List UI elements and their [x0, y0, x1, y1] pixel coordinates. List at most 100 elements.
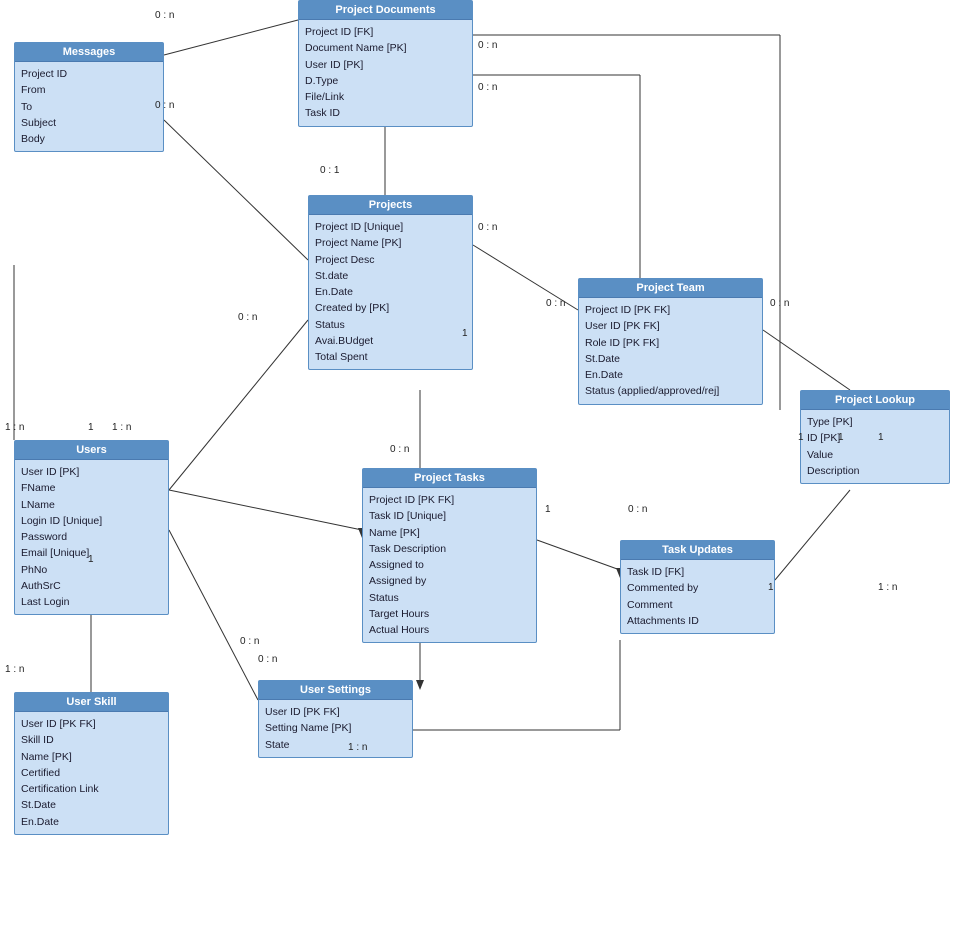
- rel-label-pdoc-proj: 0 : 1: [320, 165, 339, 176]
- field: Project Desc: [315, 252, 466, 268]
- rel-label-updates-lookup-1n: 1 : n: [878, 582, 897, 593]
- entity-users-body: User ID [PK] FName LName Login ID [Uniqu…: [15, 460, 168, 614]
- field: Skill ID: [21, 732, 162, 748]
- field: Last Login: [21, 594, 162, 610]
- field: To: [21, 99, 157, 115]
- field: Certification Link: [21, 781, 162, 797]
- field: User ID [PK FK]: [265, 704, 406, 720]
- field: Avai.BUdget: [315, 333, 466, 349]
- field: Task ID [Unique]: [369, 508, 530, 524]
- field: Project ID [FK]: [305, 24, 466, 40]
- entity-project-tasks-header: Project Tasks: [363, 469, 536, 488]
- entity-project-tasks-body: Project ID [PK FK] Task ID [Unique] Name…: [363, 488, 536, 642]
- field: Project ID [Unique]: [315, 219, 466, 235]
- entity-task-updates-header: Task Updates: [621, 541, 774, 560]
- field: Project Name [PK]: [315, 235, 466, 251]
- entity-user-settings: User Settings User ID [PK FK] Setting Na…: [258, 680, 413, 758]
- field: From: [21, 82, 157, 98]
- field: Project ID [PK FK]: [369, 492, 530, 508]
- field: En.Date: [315, 284, 466, 300]
- entity-projects: Projects Project ID [Unique] Project Nam…: [308, 195, 473, 370]
- entity-user-settings-header: User Settings: [259, 681, 412, 700]
- field: State: [265, 737, 406, 753]
- entity-task-updates: Task Updates Task ID [FK] Commented by C…: [620, 540, 775, 634]
- field: User ID [PK]: [305, 57, 466, 73]
- rel-label-proj-users: 0 : n: [238, 312, 257, 323]
- erd-diagram: Messages Project ID From To Subject Body…: [0, 0, 962, 937]
- field: Body: [21, 131, 157, 147]
- field: File/Link: [305, 89, 466, 105]
- field: Name [PK]: [21, 749, 162, 765]
- field: Total Spent: [315, 349, 466, 365]
- field: Task ID: [305, 105, 466, 121]
- rel-label-proj-tasks: 1: [462, 328, 468, 339]
- field: Document Name [PK]: [305, 40, 466, 56]
- entity-project-documents: Project Documents Project ID [FK] Docume…: [298, 0, 473, 127]
- field: User ID [PK]: [21, 464, 162, 480]
- field: User ID [PK FK]: [585, 318, 756, 334]
- field: Assigned to: [369, 557, 530, 573]
- field: Name [PK]: [369, 525, 530, 541]
- field: Status: [315, 317, 466, 333]
- field: Setting Name [PK]: [265, 720, 406, 736]
- field: Comment: [627, 597, 768, 613]
- entity-project-team: Project Team Project ID [PK FK] User ID …: [578, 278, 763, 405]
- field: AuthSrC: [21, 578, 162, 594]
- field: Commented by: [627, 580, 768, 596]
- field: Password: [21, 529, 162, 545]
- field: Login ID [Unique]: [21, 513, 162, 529]
- entity-project-documents-header: Project Documents: [299, 1, 472, 20]
- field: St.Date: [21, 797, 162, 813]
- rel-label-proj-right: 0 : n: [478, 222, 497, 233]
- rel-label-pdoc-right1: 0 : n: [478, 40, 497, 51]
- entity-messages-body: Project ID From To Subject Body: [15, 62, 163, 151]
- field: LName: [21, 497, 162, 513]
- entity-project-lookup-header: Project Lookup: [801, 391, 949, 410]
- field: Role ID [PK FK]: [585, 335, 756, 351]
- field: Target Hours: [369, 606, 530, 622]
- entity-project-team-body: Project ID [PK FK] User ID [PK FK] Role …: [579, 298, 762, 404]
- field: St.Date: [585, 351, 756, 367]
- rel-label-tasks-usersettings: 0 : n: [258, 654, 277, 665]
- rel-label-usersettings-1n: 1 : n: [348, 742, 367, 753]
- entity-users: Users User ID [PK] FName LName Login ID …: [14, 440, 169, 615]
- entity-messages: Messages Project ID From To Subject Body: [14, 42, 164, 152]
- field: En.Date: [585, 367, 756, 383]
- field: Task ID [FK]: [627, 564, 768, 580]
- rel-label-lookup-1c: 1: [878, 432, 884, 443]
- field: Certified: [21, 765, 162, 781]
- field: Assigned by: [369, 573, 530, 589]
- rel-label-left-1n-3: 1 : n: [112, 422, 131, 433]
- rel-label-lookup-1b: 1: [838, 432, 844, 443]
- rel-label-updates-lookup-1: 1: [768, 582, 774, 593]
- rel-label-team-lookup: 0 : n: [770, 298, 789, 309]
- rel-label-msg-left: 0 : n: [155, 100, 174, 111]
- entity-projects-header: Projects: [309, 196, 472, 215]
- field: FName: [21, 480, 162, 496]
- rel-label-updates-0n: 0 : n: [628, 504, 647, 515]
- field: Value: [807, 447, 943, 463]
- entity-project-team-header: Project Team: [579, 279, 762, 298]
- field: Project ID [PK FK]: [585, 302, 756, 318]
- field: Description: [807, 463, 943, 479]
- field: Status (applied/approved/rej]: [585, 383, 756, 399]
- entity-user-settings-body: User ID [PK FK] Setting Name [PK] State: [259, 700, 412, 757]
- field: Subject: [21, 115, 157, 131]
- rel-label-proj-team: 0 : n: [546, 298, 565, 309]
- field: D.Type: [305, 73, 466, 89]
- entity-project-lookup: Project Lookup Type [PK] ID [PK] Value D…: [800, 390, 950, 484]
- entity-messages-header: Messages: [15, 43, 163, 62]
- rel-label-msg-pdoc-top: 0 : n: [155, 10, 174, 21]
- field: En.Date: [21, 814, 162, 830]
- field: Actual Hours: [369, 622, 530, 638]
- rel-label-left-1n-2: 1: [88, 422, 94, 433]
- entity-user-skill-header: User Skill: [15, 693, 168, 712]
- field: User ID [PK FK]: [21, 716, 162, 732]
- entity-user-skill: User Skill User ID [PK FK] Skill ID Name…: [14, 692, 169, 835]
- entity-user-skill-body: User ID [PK FK] Skill ID Name [PK] Certi…: [15, 712, 168, 834]
- entity-project-documents-body: Project ID [FK] Document Name [PK] User …: [299, 20, 472, 126]
- field: Created by [PK]: [315, 300, 466, 316]
- entity-users-header: Users: [15, 441, 168, 460]
- entity-project-lookup-body: Type [PK] ID [PK] Value Description: [801, 410, 949, 483]
- rel-label-pdoc-right2: 0 : n: [478, 82, 497, 93]
